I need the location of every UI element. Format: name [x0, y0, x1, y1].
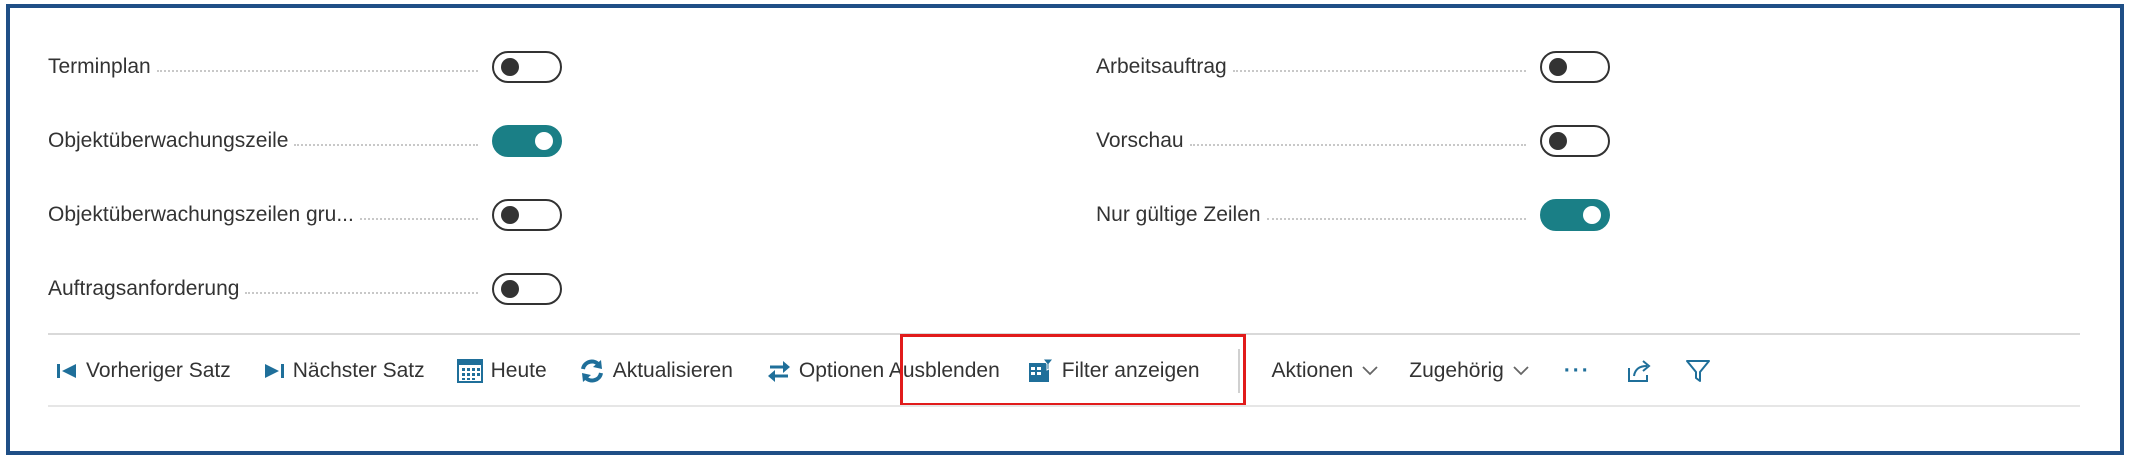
- chevron-down-icon: [1512, 365, 1530, 377]
- option-label: Objektüberwachungszeilen gru...: [48, 203, 354, 226]
- dotted-leader: [1232, 70, 1526, 72]
- toggle-knob: [1549, 58, 1567, 76]
- previous-record-button[interactable]: Vorheriger Satz: [56, 346, 231, 396]
- refresh-button[interactable]: Aktualisieren: [579, 346, 733, 396]
- option-label: Vorschau: [1096, 129, 1184, 152]
- actions-menu-button[interactable]: Aktionen: [1272, 346, 1380, 396]
- option-objektueberwachungszeilen-gruppieren: Objektüberwachungszeilen gru...: [48, 178, 568, 252]
- dotted-leader: [245, 292, 478, 294]
- toggle-knob: [501, 206, 519, 224]
- toggle-knob: [1583, 206, 1601, 224]
- swap-arrows-icon: [767, 360, 791, 382]
- calendar-icon: [456, 359, 483, 383]
- next-record-button[interactable]: Nächster Satz: [263, 346, 425, 396]
- today-label: Heute: [490, 359, 547, 382]
- today-button[interactable]: Heute: [456, 346, 547, 396]
- refresh-icon: [579, 358, 605, 384]
- filter-button[interactable]: [1685, 346, 1719, 396]
- share-button[interactable]: [1627, 346, 1661, 396]
- funnel-icon: [1685, 358, 1711, 384]
- action-toolbar: Vorheriger Satz Nächster Satz Heute Aktu…: [56, 346, 1719, 396]
- option-terminplan: Terminplan: [48, 30, 568, 104]
- toolbar-bottom-divider: [48, 405, 2080, 407]
- previous-record-icon: [56, 362, 78, 380]
- toggle-nur-gueltige-zeilen[interactable]: [1540, 199, 1610, 231]
- toggle-arbeitsauftrag[interactable]: [1540, 51, 1610, 83]
- toggle-knob: [535, 132, 553, 150]
- dotted-leader: [156, 70, 478, 72]
- refresh-label: Aktualisieren: [612, 359, 733, 382]
- option-nur-gueltige-zeilen: Nur gültige Zeilen: [1096, 178, 1616, 252]
- dotted-leader: [294, 144, 478, 146]
- next-record-icon: [263, 362, 285, 380]
- toggle-auftragsanforderung[interactable]: [492, 273, 562, 305]
- next-record-label: Nächster Satz: [292, 359, 425, 382]
- actions-label: Aktionen: [1271, 359, 1354, 382]
- option-objektueberwachungszeile: Objektüberwachungszeile: [48, 104, 568, 178]
- toggle-knob: [1549, 132, 1567, 150]
- option-label: Nur gültige Zeilen: [1096, 203, 1261, 226]
- more-options-button[interactable]: ···: [1564, 346, 1591, 396]
- option-label: Objektüberwachungszeile: [48, 129, 289, 152]
- option-arbeitsauftrag: Arbeitsauftrag: [1096, 30, 1616, 104]
- toggle-objektueberwachungszeile[interactable]: [492, 125, 562, 157]
- share-icon: [1627, 359, 1653, 383]
- dotted-leader: [359, 218, 478, 220]
- options-right-column: Arbeitsauftrag Vorschau Nur gültige Zeil…: [1096, 30, 1616, 252]
- more-options-icon: ···: [1563, 359, 1591, 382]
- toggle-knob: [501, 280, 519, 298]
- highlight-box: [900, 334, 1246, 406]
- related-menu-button[interactable]: Zugehörig: [1409, 346, 1530, 396]
- toggle-objektueberwachungszeilen-gruppieren[interactable]: [492, 199, 562, 231]
- dotted-leader: [1189, 144, 1526, 146]
- toggle-vorschau[interactable]: [1540, 125, 1610, 157]
- option-label: Arbeitsauftrag: [1096, 55, 1227, 78]
- option-auftragsanforderung: Auftragsanforderung: [48, 252, 568, 326]
- option-label: Auftragsanforderung: [48, 277, 240, 300]
- related-label: Zugehörig: [1409, 359, 1504, 382]
- toggle-terminplan[interactable]: [492, 51, 562, 83]
- options-left-column: Terminplan Objektüberwachungszeile Objek…: [48, 30, 568, 326]
- toggle-knob: [501, 58, 519, 76]
- chevron-down-icon: [1361, 365, 1379, 377]
- option-label: Terminplan: [48, 55, 151, 78]
- previous-record-label: Vorheriger Satz: [86, 359, 231, 382]
- option-vorschau: Vorschau: [1096, 104, 1616, 178]
- dotted-leader: [1266, 218, 1526, 220]
